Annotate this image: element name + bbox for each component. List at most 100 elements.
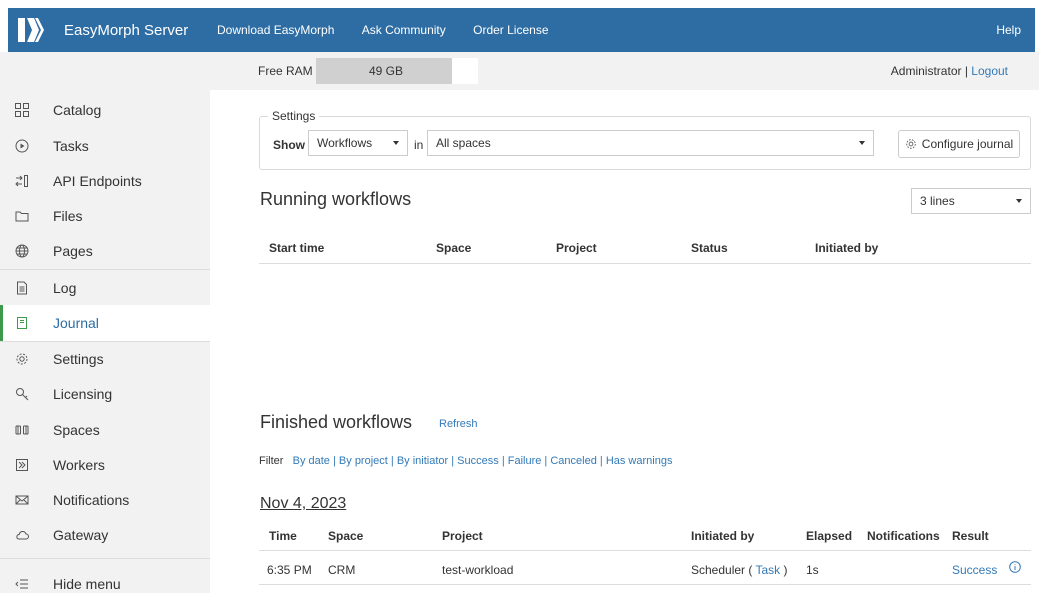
- column-header[interactable]: Notifications: [867, 529, 940, 543]
- filter-by-initiator[interactable]: By initiator: [397, 455, 448, 467]
- collapse-menu-icon: [12, 577, 32, 591]
- column-header[interactable]: Project: [442, 529, 483, 543]
- cloud-icon: [12, 528, 32, 542]
- spaces-icon: [12, 423, 32, 437]
- table-header-divider: [259, 263, 1031, 264]
- document-icon: [12, 281, 32, 295]
- easymorph-logo-icon: [16, 15, 46, 45]
- sidebar-item-workers[interactable]: Workers: [0, 447, 210, 483]
- row-project: test-workload: [442, 563, 514, 577]
- top-nav: Download EasyMorph Ask Community Order L…: [211, 23, 549, 37]
- configure-journal-label: Configure journal: [921, 137, 1014, 151]
- filter-by-date[interactable]: By date: [293, 455, 330, 467]
- folder-icon: [12, 209, 32, 223]
- hide-menu-button[interactable]: Hide menu: [0, 566, 210, 602]
- sidebar-item-label: Tasks: [53, 138, 89, 154]
- filter-failure[interactable]: Failure: [508, 455, 542, 467]
- show-label: Show: [273, 138, 305, 152]
- column-header[interactable]: Status: [691, 241, 728, 255]
- gear-icon: [905, 138, 917, 150]
- sidebar-item-api-endpoints[interactable]: API Endpoints: [0, 163, 210, 199]
- chevron-down-icon: [393, 141, 399, 145]
- nav-download-easymorph[interactable]: Download EasyMorph: [217, 23, 334, 37]
- envelope-icon: [12, 493, 32, 507]
- sidebar-item-label: Catalog: [53, 102, 102, 118]
- sidebar-item-label: Licensing: [53, 386, 113, 402]
- column-header[interactable]: Space: [436, 241, 471, 255]
- free-ram-value: 49 GB: [368, 64, 404, 78]
- top-bar: EasyMorph Server Download EasyMorph Ask …: [0, 0, 1039, 52]
- key-icon: [12, 387, 32, 401]
- column-header[interactable]: Elapsed: [806, 529, 852, 543]
- chevron-down-icon: [859, 141, 865, 145]
- sidebar-item-spaces[interactable]: Spaces: [0, 412, 210, 448]
- sidebar-item-gateway[interactable]: Gateway: [0, 517, 210, 553]
- row-elapsed: 1s: [806, 563, 819, 577]
- nav-ask-community[interactable]: Ask Community: [362, 23, 446, 37]
- sidebar-item-label: API Endpoints: [53, 173, 142, 189]
- grid-icon: [12, 103, 32, 117]
- column-header[interactable]: Space: [328, 529, 363, 543]
- running-workflows-title: Running workflows: [260, 189, 412, 209]
- filter-canceled[interactable]: Canceled: [550, 455, 596, 467]
- row-task-link[interactable]: Task: [756, 563, 781, 577]
- column-header[interactable]: Start time: [269, 241, 324, 255]
- space-select[interactable]: All spaces: [427, 130, 874, 156]
- sidebar-item-notifications[interactable]: Notifications: [0, 482, 210, 518]
- sidebar-item-licensing[interactable]: Licensing: [0, 376, 210, 412]
- sidebar-item-tasks[interactable]: Tasks: [0, 128, 210, 164]
- help-link[interactable]: Help: [996, 23, 1021, 37]
- sidebar-item-settings[interactable]: Settings: [0, 341, 210, 377]
- sidebar-item-log[interactable]: Log: [0, 270, 210, 306]
- nav-order-license[interactable]: Order License: [473, 23, 548, 37]
- settings-legend: Settings: [268, 109, 320, 123]
- top-navbar: EasyMorph Server Download EasyMorph Ask …: [8, 8, 1035, 52]
- filter-by-project[interactable]: By project: [339, 455, 388, 467]
- brand[interactable]: EasyMorph Server: [8, 8, 211, 52]
- show-select-value: Workflows: [317, 136, 373, 150]
- sidebar-item-label: Spaces: [53, 422, 100, 438]
- show-select[interactable]: Workflows: [308, 130, 408, 156]
- sidebar-item-files[interactable]: Files: [0, 198, 210, 234]
- sidebar-item-label: Files: [53, 208, 83, 224]
- filter-bar: Filter By date | By project | By initiat…: [259, 455, 673, 467]
- globe-icon: [12, 244, 32, 258]
- finished-workflows-title: Finished workflows: [260, 412, 413, 432]
- column-header[interactable]: Initiated by: [691, 529, 754, 543]
- filter-has-warnings[interactable]: Has warnings: [606, 455, 673, 467]
- filter-success[interactable]: Success: [457, 455, 499, 467]
- row-initiator: Scheduler: [691, 563, 746, 577]
- lines-select-value: 3 lines: [920, 194, 955, 208]
- info-icon[interactable]: [1009, 561, 1021, 573]
- refresh-link[interactable]: Refresh: [439, 418, 478, 430]
- row-space: CRM: [328, 563, 356, 577]
- free-ram-label: Free RAM: [258, 64, 313, 78]
- journal-icon: [12, 316, 32, 330]
- in-label: in: [414, 138, 424, 152]
- user-info: Administrator | Logout: [891, 64, 1008, 78]
- logout-link[interactable]: Logout: [971, 64, 1008, 78]
- sidebar-item-pages[interactable]: Pages: [0, 233, 210, 269]
- sidebar-item-label: Workers: [53, 457, 105, 473]
- column-header[interactable]: Time: [269, 529, 297, 543]
- sidebar-item-catalog[interactable]: Catalog: [0, 92, 210, 128]
- status-bar: Free RAM 49 GB Administrator | Logout: [210, 52, 1039, 90]
- workers-icon: [12, 458, 32, 472]
- gear-icon: [12, 352, 32, 366]
- column-header[interactable]: Initiated by: [815, 241, 878, 255]
- free-ram-remainder: [452, 58, 478, 84]
- api-icon: [12, 174, 32, 188]
- column-header[interactable]: Result: [952, 529, 989, 543]
- filter-label: Filter: [259, 455, 284, 467]
- sidebar-item-journal[interactable]: Journal: [0, 305, 210, 341]
- hide-menu-label: Hide menu: [53, 576, 121, 592]
- brand-name[interactable]: EasyMorph Server: [64, 22, 188, 39]
- configure-journal-button[interactable]: Configure journal: [898, 130, 1020, 158]
- row-time: 6:35 PM: [267, 563, 312, 577]
- lines-select[interactable]: 3 lines: [911, 188, 1031, 214]
- row-divider: [259, 584, 1031, 585]
- row-result-link[interactable]: Success: [952, 563, 997, 577]
- column-header[interactable]: Project: [556, 241, 597, 255]
- username: Administrator: [890, 64, 962, 78]
- row-initiated-by: Scheduler ( Task ): [691, 563, 788, 577]
